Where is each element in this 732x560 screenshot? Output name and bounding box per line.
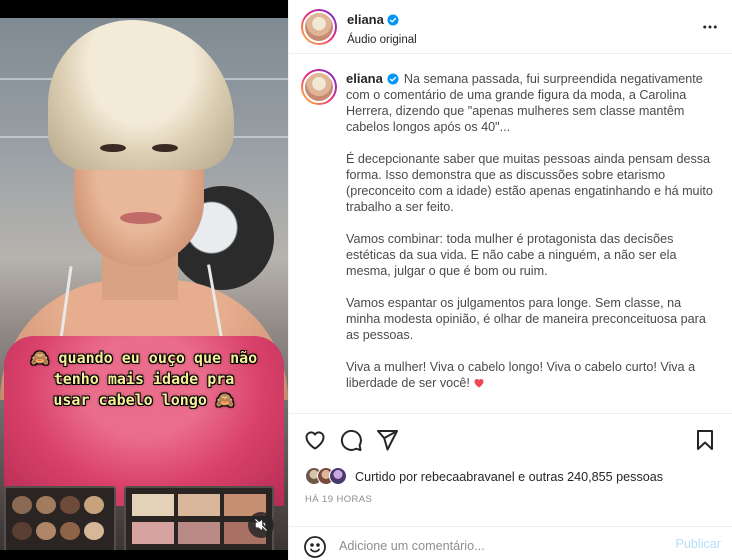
post-caption: eliana Na semana passada, fui surpreendid… bbox=[346, 71, 714, 407]
caption-text: Na semana passada, fui surpreendida nega… bbox=[346, 72, 703, 134]
author-username[interactable]: eliana bbox=[347, 12, 384, 27]
palette-pan bbox=[60, 522, 80, 540]
palette-pan bbox=[178, 494, 220, 516]
verified-badge-icon bbox=[387, 73, 399, 85]
caption-line: usar cabelo longo 🙈 bbox=[53, 391, 235, 409]
avatar-image bbox=[303, 71, 335, 103]
palette-pan bbox=[12, 522, 32, 540]
verified-badge-icon bbox=[387, 14, 399, 26]
caption-line: 🙈 quando eu ouço que não bbox=[30, 349, 258, 367]
comment-bar: Publicar bbox=[289, 526, 732, 560]
more-horizontal-icon[interactable] bbox=[701, 18, 719, 36]
palette-pan bbox=[36, 496, 56, 514]
person-eye bbox=[152, 144, 178, 152]
caption-author-avatar[interactable] bbox=[301, 69, 337, 105]
person-eye bbox=[100, 144, 126, 152]
post-media[interactable]: 🙈 quando eu ouço que não tenho mais idad… bbox=[0, 0, 288, 560]
palette-pan bbox=[132, 522, 174, 544]
caption-paragraph: eliana Na semana passada, fui surpreendid… bbox=[346, 71, 714, 135]
smiley-icon[interactable] bbox=[303, 535, 327, 559]
post-actions: Curtido por rebecaabravanel e outras 240… bbox=[289, 413, 732, 560]
heart-icon[interactable] bbox=[303, 428, 327, 452]
caption-paragraph: Viva a mulher! Viva o cabelo longo! Viva… bbox=[346, 359, 714, 391]
post-timestamp[interactable]: HÁ 19 HORAS bbox=[305, 494, 372, 505]
caption-line: tenho mais idade pra bbox=[53, 370, 235, 388]
likes-summary[interactable]: Curtido por rebecaabravanel e outras 240… bbox=[305, 467, 663, 487]
caption-username[interactable]: eliana bbox=[346, 71, 383, 86]
liker-avatars[interactable] bbox=[305, 467, 349, 487]
palette-pan bbox=[178, 522, 220, 544]
author-info: eliana Áudio original bbox=[347, 11, 417, 46]
comment-input[interactable] bbox=[339, 535, 639, 557]
publish-button[interactable]: Publicar bbox=[676, 537, 722, 551]
audio-label[interactable]: Áudio original bbox=[347, 34, 417, 46]
caption-paragraph: Vamos combinar: toda mulher é protagonis… bbox=[346, 232, 677, 278]
caption-paragraph: É decepcionante saber que muitas pessoas… bbox=[346, 152, 713, 214]
send-icon[interactable] bbox=[375, 428, 399, 452]
person-hair bbox=[48, 20, 234, 170]
caption-paragraph: Vamos espantar os julgamentos para longe… bbox=[346, 296, 706, 342]
video-frame[interactable]: 🙈 quando eu ouço que não tenho mais idad… bbox=[0, 18, 288, 550]
palette-pan bbox=[84, 496, 104, 514]
avatar-image bbox=[303, 11, 335, 43]
video-caption: 🙈 quando eu ouço que não tenho mais idad… bbox=[0, 348, 288, 411]
post-header: eliana Áudio original bbox=[289, 0, 732, 54]
palette-pan bbox=[84, 522, 104, 540]
caption-text: Viva a mulher! Viva o cabelo longo! Viva… bbox=[346, 360, 696, 390]
speaker-muted-icon bbox=[255, 519, 267, 531]
red-heart-icon bbox=[474, 379, 484, 388]
palette-pan bbox=[12, 496, 32, 514]
bookmark-icon[interactable] bbox=[693, 428, 717, 452]
liker-avatar bbox=[329, 467, 347, 485]
mute-button[interactable] bbox=[248, 512, 274, 538]
palette-pan bbox=[60, 496, 80, 514]
author-avatar[interactable] bbox=[301, 9, 337, 45]
post-details-panel: eliana Áudio original eliana Na semana pa… bbox=[288, 0, 732, 560]
person-lips bbox=[120, 212, 162, 224]
comment-icon[interactable] bbox=[339, 428, 363, 452]
comments-area[interactable]: eliana Na semana passada, fui surpreendid… bbox=[289, 55, 732, 412]
liked-by-text[interactable]: Curtido por rebecaabravanel e outras 240… bbox=[355, 470, 663, 484]
palette-pan bbox=[132, 494, 174, 516]
palette-pan bbox=[36, 522, 56, 540]
eyeshadow-palette bbox=[4, 486, 116, 550]
